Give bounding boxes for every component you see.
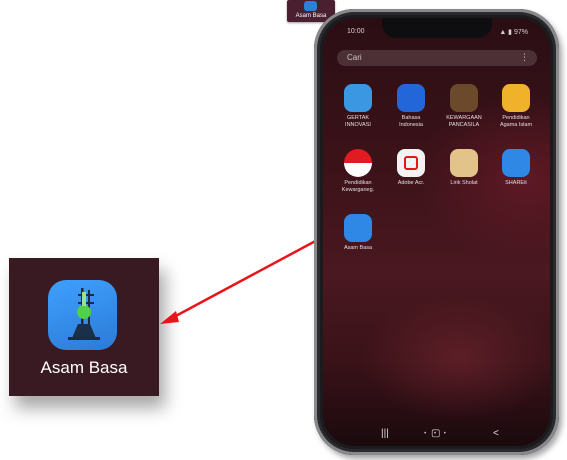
app-flag[interactable]: Pendidikan Kewarganeg.: [333, 149, 383, 194]
app-lab-burette[interactable]: Asam Basa: [333, 214, 383, 252]
app-label: Asam Basa: [343, 245, 373, 251]
acrobat-icon: [397, 149, 425, 177]
home-button[interactable]: ▢: [431, 428, 440, 439]
app-molecule[interactable]: GERTAK INNOVASI: [333, 84, 383, 129]
lab-burette-icon: [304, 1, 317, 11]
search-bar[interactable]: Cari ⋮: [337, 50, 537, 66]
status-time: 10:00: [347, 28, 365, 35]
search-placeholder: Cari: [347, 53, 362, 62]
app-acrobat[interactable]: Adobe Acr.: [386, 149, 436, 187]
prayer-icon: [450, 149, 478, 177]
zoomed-app-label: Asam Basa: [40, 358, 128, 377]
lab-burette-icon: [344, 214, 372, 242]
app-crescent[interactable]: Pendidikan Agama Islam: [491, 84, 541, 129]
share-icon: [502, 149, 530, 177]
phone-frame: 10:00 ▲ ▮ 97% Cari ⋮ GERTAK INNOVASI Baha…: [314, 9, 559, 455]
app-book[interactable]: Bahasa Indonesia: [386, 84, 436, 129]
zoomed-app-card: Asam Basa: [9, 258, 159, 396]
flag-icon: [344, 149, 372, 177]
more-options-icon[interactable]: ⋮: [520, 52, 529, 63]
home-screen: 10:00 ▲ ▮ 97% Cari ⋮ GERTAK INNOVASI Baha…: [323, 18, 550, 446]
app-share[interactable]: SHAREit: [491, 149, 541, 187]
app-label: SHAREit: [505, 180, 527, 186]
phone-notch: [381, 18, 492, 38]
app-label: Pendidikan Agama Islam: [499, 115, 533, 128]
app-label: Bahasa Indonesia: [399, 115, 423, 128]
molecule-icon: [344, 84, 372, 112]
nav-bar: ||| ▢ <: [323, 424, 550, 446]
recent-apps-button[interactable]: |||: [381, 428, 389, 439]
garuda-icon: [450, 84, 478, 112]
app-label: Lirik Sholat: [450, 180, 478, 186]
book-icon: [397, 84, 425, 112]
back-button[interactable]: <: [493, 428, 499, 439]
app-label: KEWARGAAN PANCASILA: [446, 115, 482, 128]
app-garuda[interactable]: KEWARGAAN PANCASILA: [439, 84, 489, 129]
status-indicators: ▲ ▮ 97%: [499, 29, 528, 36]
app-label: Pendidikan Kewarganeg.: [341, 180, 375, 193]
crescent-icon: [502, 84, 530, 112]
lab-burette-icon[interactable]: [48, 280, 117, 350]
app-prayer[interactable]: Lirik Sholat: [439, 149, 489, 187]
app-label: Adobe Acr.: [397, 180, 425, 186]
app-label: GERTAK INNOVASI: [345, 115, 371, 128]
